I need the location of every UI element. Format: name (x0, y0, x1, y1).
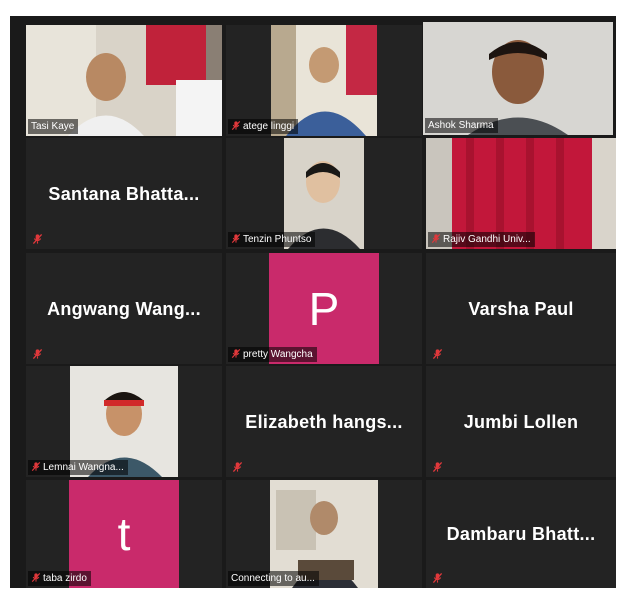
participant-tile-elizabeth[interactable]: Elizabeth hangs... (226, 366, 422, 477)
participant-tile-tenzin-phuntso[interactable]: Tenzin Phuntso (226, 138, 422, 249)
mic-muted-icon (31, 461, 41, 472)
participant-name: Tasi Kaye (28, 119, 79, 134)
participant-name: Lemnai Wangna... (28, 460, 128, 475)
participant-tile-dambaru[interactable]: Dambaru Bhatt... (426, 480, 616, 588)
participant-name: Tenzin Phuntso (228, 232, 316, 247)
participant-display-name: Varsha Paul (468, 299, 574, 319)
participant-display-name: Elizabeth hangs... (245, 412, 403, 432)
participant-tile-santana[interactable]: Santana Bhatta... (26, 138, 222, 249)
participant-tile-taba-zirdo[interactable]: t taba zirdo (26, 480, 222, 588)
participant-tile-connecting-audio[interactable]: Connecting to au... (226, 480, 422, 588)
mic-muted-icon (31, 572, 41, 583)
gallery-grid: Tasi Kaye atege linggi Ashok Sharma Sant… (10, 16, 616, 588)
participant-tile-atege-linggi[interactable]: atege linggi (226, 25, 422, 136)
participant-display-name: Angwang Wang... (47, 299, 201, 319)
mic-muted-icon (32, 348, 43, 360)
participant-tile-ashok-sharma[interactable]: Ashok Sharma (423, 22, 613, 135)
mic-muted-icon (431, 233, 441, 244)
mic-muted-icon (232, 461, 243, 473)
mic-muted-icon (432, 572, 443, 584)
mic-muted-icon (231, 233, 241, 244)
participant-name: taba zirdo (28, 571, 91, 586)
participant-tile-lemnai-wangna[interactable]: Lemnai Wangna... (26, 366, 222, 477)
participant-name: Connecting to au... (228, 571, 319, 586)
participant-tile-angwang[interactable]: Angwang Wang... (26, 253, 222, 364)
participant-name: Ashok Sharma (425, 118, 498, 133)
mic-muted-icon (231, 348, 241, 359)
participant-display-name: Dambaru Bhatt... (446, 524, 596, 544)
participant-tile-jumbi-lollen[interactable]: Jumbi Lollen (426, 366, 616, 477)
mic-muted-icon (432, 461, 443, 473)
participant-display-name: Santana Bhatta... (48, 184, 200, 204)
participant-tile-varsha-paul[interactable]: Varsha Paul (426, 253, 616, 364)
mic-muted-icon (32, 233, 43, 245)
participant-tile-pretty-wangcha[interactable]: P pretty Wangcha (226, 253, 422, 364)
participant-tile-tasi-kaye[interactable]: Tasi Kaye (26, 25, 222, 136)
participant-name: pretty Wangcha (228, 347, 317, 362)
participant-name: atege linggi (228, 119, 299, 134)
participant-name: Rajiv Gandhi Univ... (428, 232, 535, 247)
mic-muted-icon (432, 348, 443, 360)
participant-display-name: Jumbi Lollen (463, 412, 579, 432)
participant-tile-rajiv-gandhi-univ[interactable]: Rajiv Gandhi Univ... (426, 138, 616, 249)
mic-muted-icon (231, 120, 241, 131)
